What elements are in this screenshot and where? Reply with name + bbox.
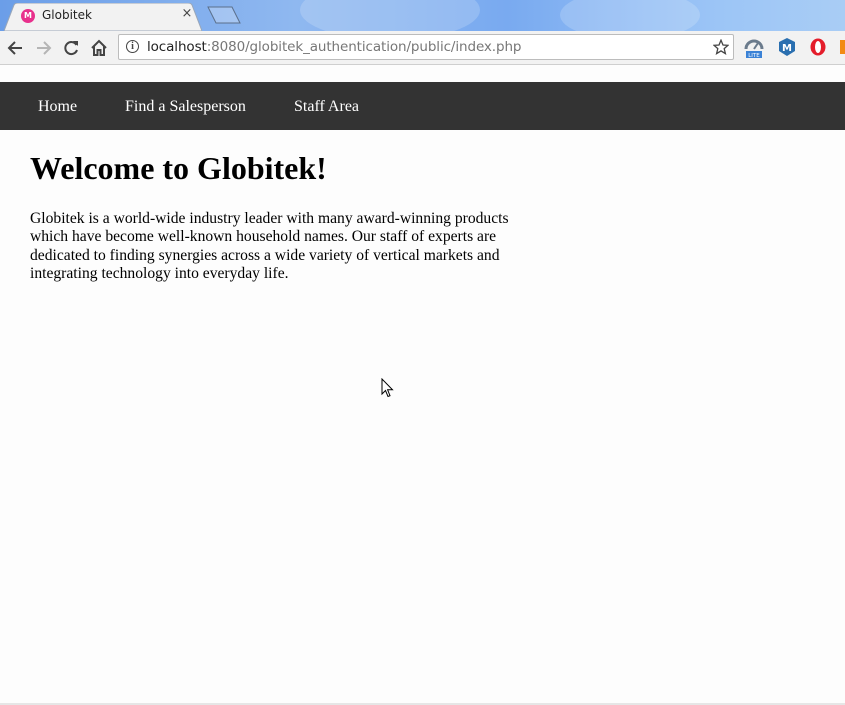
mouse-pointer-icon bbox=[381, 377, 394, 398]
toolbar-spacer bbox=[0, 65, 845, 82]
tab-close-icon[interactable]: × bbox=[180, 6, 194, 22]
ext-m-label: M bbox=[782, 43, 792, 54]
home-icon bbox=[91, 39, 107, 56]
back-button[interactable] bbox=[5, 37, 27, 59]
reload-icon bbox=[64, 41, 78, 56]
new-tab-icon bbox=[207, 6, 241, 24]
browser-tab[interactable]: M Globitek × bbox=[4, 3, 202, 31]
page-title: Welcome to Globitek! bbox=[30, 150, 327, 186]
titlebar-decoration bbox=[560, 0, 700, 31]
site-navigation: Home Find a Salesperson Staff Area bbox=[0, 82, 845, 130]
extension-speed-lite[interactable]: LITE bbox=[743, 37, 764, 59]
extension-opera[interactable] bbox=[809, 37, 829, 57]
nav-link-find-salesperson[interactable]: Find a Salesperson bbox=[125, 98, 246, 116]
forward-button[interactable] bbox=[32, 37, 54, 59]
extension-m[interactable]: M bbox=[777, 37, 797, 57]
address-url[interactable]: localhost:8080/globitek_authentication/p… bbox=[147, 39, 522, 55]
url-host: localhost bbox=[147, 39, 207, 55]
arrow-left-icon bbox=[7, 41, 22, 55]
nav-link-home[interactable]: Home bbox=[38, 98, 77, 116]
info-icon[interactable]: i bbox=[126, 40, 139, 53]
opera-extension-icon bbox=[810, 38, 826, 56]
browser-toolbar: i localhost:8080/globitek_authentication… bbox=[0, 31, 845, 65]
cursor-arrow-shape bbox=[381, 377, 394, 398]
tab-title: Globitek bbox=[42, 8, 92, 22]
titlebar-decoration bbox=[300, 0, 480, 31]
browser-titlebar: M Globitek × bbox=[0, 0, 845, 31]
bookmark-star-button[interactable] bbox=[712, 38, 730, 55]
intro-paragraph: Globitek is a world-wide industry leader… bbox=[30, 210, 509, 282]
url-path: :8080/globitek_authentication/public/ind… bbox=[206, 39, 522, 55]
home-button[interactable] bbox=[88, 37, 110, 59]
ext-lite-label: LITE bbox=[748, 53, 760, 59]
globitek-favicon-icon: M bbox=[21, 9, 35, 23]
address-bar[interactable]: i localhost:8080/globitek_authentication… bbox=[118, 34, 734, 60]
new-tab-button[interactable] bbox=[206, 6, 242, 24]
extension-partial[interactable] bbox=[839, 37, 845, 57]
reload-button[interactable] bbox=[60, 37, 82, 59]
star-icon bbox=[712, 38, 730, 55]
nav-link-staff-area[interactable]: Staff Area bbox=[294, 98, 359, 116]
speed-lite-extension-icon: LITE bbox=[744, 39, 764, 59]
m-extension-icon: M bbox=[779, 38, 795, 56]
overflow-extension-icon bbox=[840, 40, 845, 54]
arrow-right-icon bbox=[37, 41, 52, 55]
